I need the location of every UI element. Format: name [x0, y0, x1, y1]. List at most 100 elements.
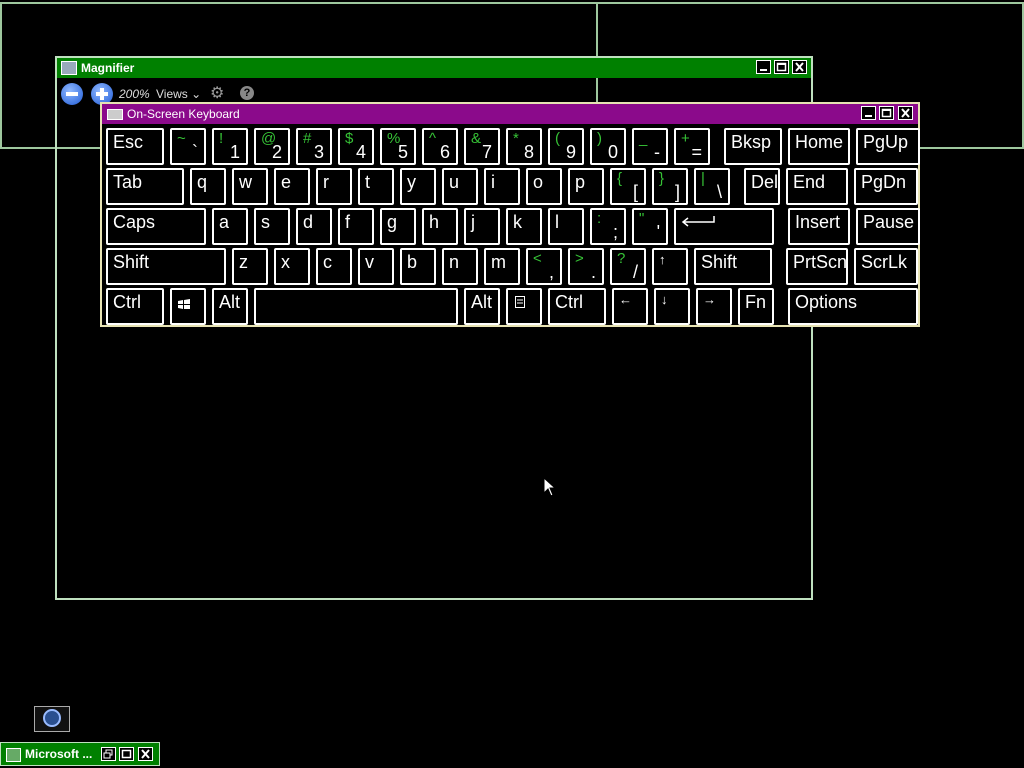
key-1[interactable]: ! 1 [212, 128, 248, 165]
key-i[interactable]: i [484, 168, 520, 205]
key-o[interactable]: o [526, 168, 562, 205]
key-c[interactable]: c [316, 248, 352, 285]
key-equals[interactable]: + = [674, 128, 710, 165]
maximize-button[interactable] [774, 60, 789, 74]
key-tilde[interactable]: ~ ` [170, 128, 206, 165]
key-l[interactable]: l [548, 208, 584, 245]
key-right[interactable]: → [696, 288, 732, 325]
close-button[interactable] [792, 60, 807, 74]
key-5[interactable]: % 5 [380, 128, 416, 165]
views-menu[interactable]: Views ⌄ [156, 87, 201, 101]
key-windows[interactable] [170, 288, 206, 325]
key-fn[interactable]: Fn [738, 288, 774, 325]
key-down[interactable]: ↓ [654, 288, 690, 325]
key-period[interactable]: >. [568, 248, 604, 285]
key-s[interactable]: s [254, 208, 290, 245]
key-0[interactable]: ) 0 [590, 128, 626, 165]
key-y[interactable]: y [400, 168, 436, 205]
key-del[interactable]: Del [744, 168, 780, 205]
key-scrlk[interactable]: ScrLk [854, 248, 918, 285]
magnifier-titlebar[interactable]: Magnifier [57, 58, 811, 78]
key-t[interactable]: t [358, 168, 394, 205]
key-esc[interactable]: Esc [106, 128, 164, 165]
key-slash[interactable]: ? / [610, 248, 646, 285]
key-alt-right[interactable]: Alt [464, 288, 500, 325]
key-n[interactable]: n [442, 248, 478, 285]
key-6[interactable]: ^ 6 [422, 128, 458, 165]
magnifier-tray-button[interactable] [34, 706, 70, 732]
shift-char: | [701, 170, 705, 187]
key-prtscn[interactable]: PrtScn [786, 248, 848, 285]
help-icon[interactable]: ? [240, 86, 254, 100]
minimize-button[interactable] [756, 60, 771, 74]
key-3[interactable]: #3 [296, 128, 332, 165]
key-r[interactable]: r [316, 168, 352, 205]
primary-char: 0 [607, 142, 618, 162]
key-b[interactable]: b [400, 248, 436, 285]
key-left[interactable]: ← [612, 288, 648, 325]
zoom-out-button[interactable] [61, 83, 83, 105]
key-label: t [365, 172, 371, 192]
key-menu[interactable] [506, 288, 542, 325]
key-pause[interactable]: Pause [856, 208, 920, 245]
key-space[interactable] [254, 288, 458, 325]
key-quote[interactable]: " ' [632, 208, 668, 245]
key-u[interactable]: u [442, 168, 478, 205]
key-shift-right[interactable]: Shift [694, 248, 772, 285]
key-label: c [323, 252, 332, 272]
key-k[interactable]: k [506, 208, 542, 245]
key-label: Home [795, 132, 844, 152]
taskbar-close-button[interactable] [138, 747, 153, 761]
taskbar-window-button[interactable]: Microsoft ... [0, 742, 160, 766]
key-z[interactable]: z [232, 248, 268, 285]
key-9[interactable]: (9 [548, 128, 584, 165]
key-e[interactable]: e [274, 168, 310, 205]
key-label: d [303, 212, 314, 232]
taskbar-maximize-button[interactable] [119, 747, 134, 761]
key-alt-left[interactable]: Alt [212, 288, 248, 325]
key-v[interactable]: v [358, 248, 394, 285]
key-semicolon[interactable]: :; [590, 208, 626, 245]
key-j[interactable]: j [464, 208, 500, 245]
gear-icon[interactable]: ⚙ [210, 86, 226, 102]
key-comma[interactable]: <, [526, 248, 562, 285]
key-7[interactable]: & 7 [464, 128, 500, 165]
key-ctrl-right[interactable]: Ctrl [548, 288, 606, 325]
key-x[interactable]: x [274, 248, 310, 285]
key-p[interactable]: p [568, 168, 604, 205]
key-a[interactable]: a [212, 208, 248, 245]
key-pgup[interactable]: PgUp [856, 128, 920, 165]
primary-char: 9 [565, 142, 576, 162]
key-insert[interactable]: Insert [788, 208, 850, 245]
key-tab[interactable]: Tab [106, 168, 184, 205]
minus-icon [66, 92, 78, 96]
key-up[interactable]: ↑ [652, 248, 688, 285]
key-w[interactable]: w [232, 168, 268, 205]
key-f[interactable]: f [338, 208, 374, 245]
key-h[interactable]: h [422, 208, 458, 245]
key-4[interactable]: $4 [338, 128, 374, 165]
key-end[interactable]: End [786, 168, 848, 205]
key-pgdn[interactable]: PgDn [854, 168, 918, 205]
key-2[interactable]: @2 [254, 128, 290, 165]
key-backslash[interactable]: | \ [694, 168, 730, 205]
key-shift-left[interactable]: Shift [106, 248, 226, 285]
key-8[interactable]: * 8 [506, 128, 542, 165]
key-label: f [345, 212, 351, 232]
primary-char: = [691, 142, 702, 162]
key-caps[interactable]: Caps [106, 208, 206, 245]
key-rbracket[interactable]: }] [652, 168, 688, 205]
key-q[interactable]: q [190, 168, 226, 205]
key-g[interactable]: g [380, 208, 416, 245]
shift-char: & [471, 130, 482, 147]
key-enter[interactable] [674, 208, 774, 245]
key-options[interactable]: Options [788, 288, 918, 325]
key-home[interactable]: Home [788, 128, 850, 165]
key-lbracket[interactable]: {[ [610, 168, 646, 205]
key-m[interactable]: m [484, 248, 520, 285]
key-minus[interactable]: _ - [632, 128, 668, 165]
key-d[interactable]: d [296, 208, 332, 245]
key-ctrl-left[interactable]: Ctrl [106, 288, 164, 325]
taskbar-restore-button[interactable] [101, 747, 116, 761]
key-backspace[interactable]: Bksp [724, 128, 782, 165]
